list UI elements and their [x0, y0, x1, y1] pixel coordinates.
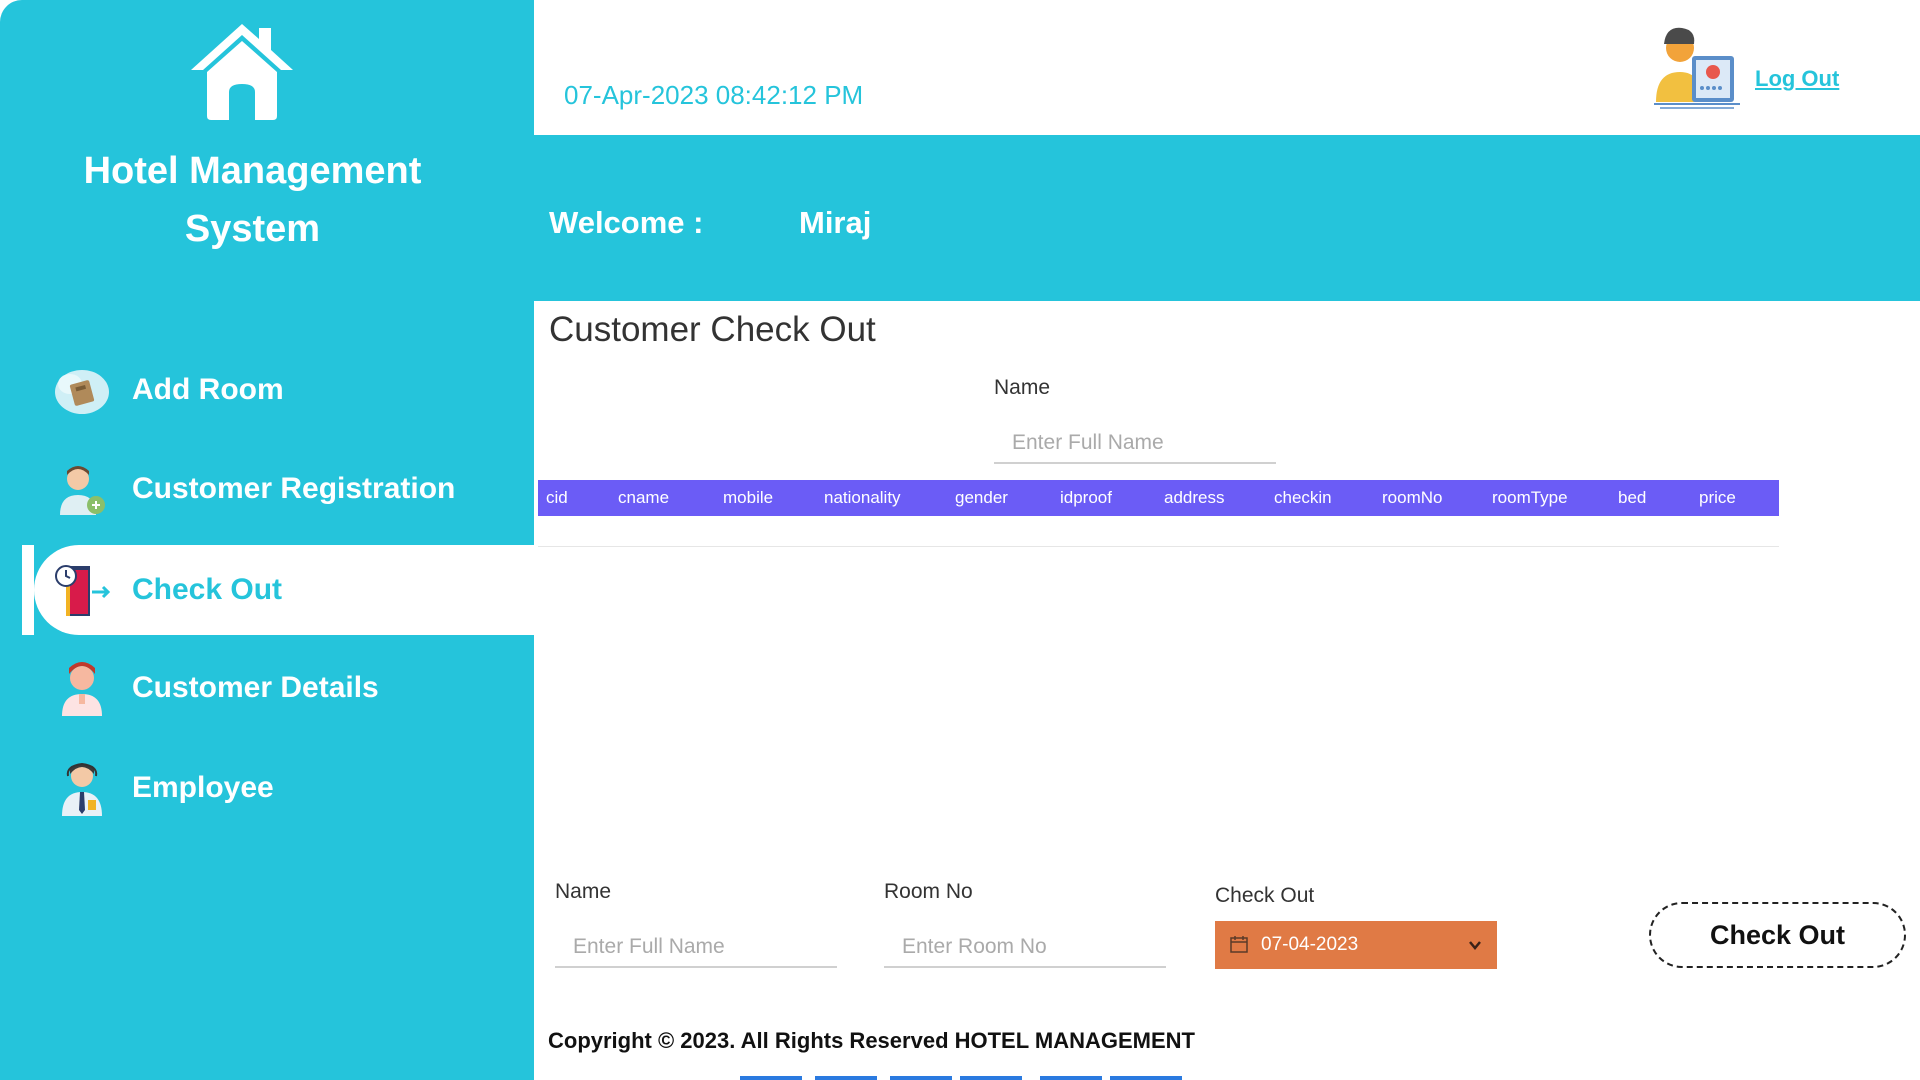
- admin-avatar-icon: [1654, 27, 1740, 109]
- sidebar-item-employee[interactable]: Employee: [0, 743, 534, 833]
- sidebar-item-add-room[interactable]: Add Room: [0, 345, 534, 435]
- check-out-date-label: Check Out: [1215, 884, 1315, 907]
- column-header[interactable]: price: [1699, 480, 1736, 516]
- column-header[interactable]: checkin: [1274, 480, 1332, 516]
- taskbar-edge: [960, 1076, 1022, 1080]
- column-header[interactable]: bed: [1618, 480, 1646, 516]
- name-input[interactable]: [555, 928, 837, 968]
- taskbar-edge: [1110, 1076, 1182, 1080]
- sidebar-item-label: Customer Registration: [132, 472, 456, 505]
- welcome-label: Welcome :: [549, 205, 704, 240]
- employee-icon: [62, 762, 102, 816]
- sidebar-item-label: Check Out: [132, 573, 283, 606]
- sidebar-item-check-out[interactable]: Check Out: [0, 545, 534, 635]
- page-title: Customer Check Out: [549, 310, 876, 349]
- sidebar: Hotel Management System Add Room Custome…: [0, 0, 534, 1080]
- taskbar-edge: [890, 1076, 952, 1080]
- check-out-date-value: 07-04-2023: [1261, 934, 1359, 955]
- room-no-input[interactable]: [884, 928, 1166, 968]
- search-name-label: Name: [994, 376, 1051, 399]
- welcome-banner: Welcome : Miraj: [534, 135, 1920, 301]
- column-header[interactable]: roomNo: [1382, 480, 1442, 516]
- column-header[interactable]: mobile: [723, 480, 773, 516]
- check-out-button[interactable]: Check Out: [1649, 902, 1906, 968]
- house-logo-icon: [191, 24, 293, 120]
- table-body-divider: [538, 546, 1779, 547]
- column-header[interactable]: nationality: [824, 480, 901, 516]
- sidebar-item-customer-registration[interactable]: Customer Registration: [0, 444, 534, 534]
- chevron-down-icon: [1469, 941, 1481, 950]
- room-no-label: Room No: [884, 880, 973, 903]
- taskbar-edge: [815, 1076, 877, 1080]
- datetime-display: 07-Apr-2023 08:42:12 PM: [564, 80, 864, 110]
- calendar-icon: [1230, 936, 1248, 953]
- user-name: Miraj: [799, 205, 872, 240]
- column-header[interactable]: cname: [618, 480, 669, 516]
- app-title: Hotel Management System: [40, 142, 465, 258]
- customer-registration-icon: [60, 466, 105, 515]
- sidebar-item-label: Customer Details: [132, 671, 379, 704]
- add-room-icon: [55, 370, 109, 414]
- checkout-door-icon: [55, 565, 111, 616]
- logout-link[interactable]: Log Out: [1755, 66, 1839, 92]
- column-header[interactable]: cid: [546, 480, 568, 516]
- sidebar-item-label: Add Room: [132, 373, 284, 406]
- copyright-text: Copyright © 2023. All Rights Reserved HO…: [548, 1028, 1195, 1053]
- customer-table-header: cid cname mobile nationality gender idpr…: [538, 480, 1779, 516]
- app-title-line1: Hotel Management: [83, 150, 422, 192]
- app-title-line2: System: [184, 208, 321, 250]
- taskbar-edge: [1040, 1076, 1102, 1080]
- name-label: Name: [555, 880, 612, 903]
- column-header[interactable]: address: [1164, 480, 1224, 516]
- column-header[interactable]: idproof: [1060, 480, 1112, 516]
- taskbar-edge: [740, 1076, 802, 1080]
- column-header[interactable]: gender: [955, 480, 1008, 516]
- check-out-date-picker[interactable]: 07-04-2023: [1215, 921, 1497, 969]
- active-indicator: [22, 545, 34, 635]
- sidebar-item-label: Employee: [132, 771, 274, 804]
- customer-details-icon: [62, 662, 102, 716]
- sidebar-item-customer-details[interactable]: Customer Details: [0, 643, 534, 733]
- search-name-input[interactable]: [994, 424, 1276, 464]
- column-header[interactable]: roomType: [1492, 480, 1568, 516]
